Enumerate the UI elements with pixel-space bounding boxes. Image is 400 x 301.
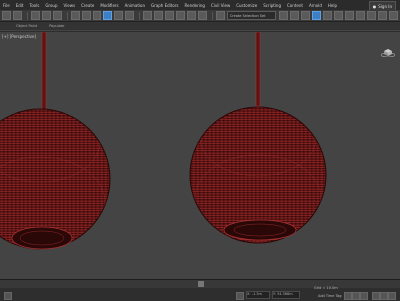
menu-modifiers[interactable]: Modifiers bbox=[97, 3, 121, 8]
coord-x-value: X: -1.3m bbox=[247, 292, 262, 296]
menu-bar: File Edit Tools Group Views Create Modif… bbox=[0, 0, 400, 11]
grid-readout: Grid = 10.0m bbox=[314, 286, 338, 290]
undo-icon[interactable] bbox=[2, 11, 11, 20]
menu-scripting[interactable]: Scripting bbox=[260, 3, 284, 8]
time-slider-handle[interactable] bbox=[198, 281, 204, 287]
unlink-icon[interactable] bbox=[41, 11, 51, 20]
align-icon[interactable] bbox=[290, 11, 300, 20]
spinner-snap-icon[interactable] bbox=[197, 11, 207, 20]
move-icon[interactable] bbox=[103, 11, 113, 20]
curve-editor-icon[interactable] bbox=[323, 11, 333, 20]
menu-group[interactable]: Group bbox=[42, 3, 60, 8]
select-by-name-icon[interactable] bbox=[92, 11, 102, 20]
rotate-icon[interactable] bbox=[114, 11, 124, 20]
tab-populate[interactable]: Populate bbox=[43, 24, 70, 28]
lock-selection-icon[interactable] bbox=[236, 292, 244, 300]
menu-file[interactable]: File bbox=[0, 3, 13, 8]
main-toolbar: Create Selection Set bbox=[0, 10, 400, 22]
mirror-icon[interactable] bbox=[279, 11, 289, 20]
select-filter-icon[interactable] bbox=[70, 11, 80, 20]
toolbar-divider bbox=[139, 11, 141, 20]
angle-snap-icon[interactable] bbox=[176, 11, 186, 20]
toolbar-divider bbox=[66, 11, 68, 20]
bind-icon[interactable] bbox=[52, 11, 62, 20]
menu-graph-editors[interactable]: Graph Editors bbox=[148, 3, 181, 8]
menu-create[interactable]: Create bbox=[78, 3, 97, 8]
coord-x-field[interactable]: X: -1.3m bbox=[246, 291, 270, 299]
layer-explorer-icon[interactable] bbox=[301, 11, 311, 20]
tab-object-paint[interactable]: Object Paint bbox=[10, 24, 43, 28]
right-lamp-cord bbox=[255, 32, 261, 107]
percent-snap-icon[interactable] bbox=[187, 11, 196, 20]
ribbon: Object Paint Populate bbox=[0, 22, 400, 30]
key-mode-icon[interactable] bbox=[360, 292, 368, 300]
reference-coord-icon[interactable] bbox=[143, 11, 153, 20]
menu-tools[interactable]: Tools bbox=[26, 3, 42, 8]
left-lamp-cord bbox=[41, 32, 47, 115]
play-icon[interactable] bbox=[344, 292, 352, 300]
add-time-tag-button[interactable]: Add Time Tag bbox=[318, 294, 342, 298]
menu-arnold[interactable]: Arnold bbox=[306, 3, 325, 8]
menu-help[interactable]: Help bbox=[325, 3, 340, 8]
left-pendant-lamp[interactable] bbox=[0, 32, 111, 250]
material-editor-icon[interactable] bbox=[345, 11, 355, 20]
right-pendant-lamp[interactable] bbox=[189, 32, 327, 244]
maxscript-listener-icon[interactable] bbox=[4, 292, 12, 300]
orbit-icon[interactable] bbox=[380, 292, 388, 300]
sign-in-label: Sign In bbox=[378, 3, 392, 9]
viewport-label[interactable]: [+] [Perspective] bbox=[2, 34, 36, 39]
status-area: X: -1.3m Y: 34.366m Grid = 10.0m Add Tim… bbox=[0, 279, 400, 301]
menu-content[interactable]: Content bbox=[284, 3, 306, 8]
perspective-viewport[interactable]: [+] [Perspective] bbox=[0, 31, 400, 280]
left-lamp-opening bbox=[11, 226, 73, 250]
coord-y-value: Y: 34.366m bbox=[273, 292, 293, 296]
maximize-viewport-icon[interactable] bbox=[388, 292, 396, 300]
toolbar-divider bbox=[211, 11, 213, 20]
rendered-frame-icon[interactable] bbox=[366, 11, 376, 20]
pivot-icon[interactable] bbox=[154, 11, 164, 20]
viewcube-icon[interactable] bbox=[381, 47, 395, 57]
redo-icon[interactable] bbox=[12, 11, 22, 20]
toggle-ribbon-icon[interactable] bbox=[312, 11, 322, 20]
menu-views[interactable]: Views bbox=[61, 3, 79, 8]
toolbar-divider bbox=[26, 11, 28, 20]
selection-set-dropdown[interactable]: Create Selection Set bbox=[226, 11, 277, 20]
right-lamp-opening bbox=[223, 219, 297, 241]
selection-set-label: Create Selection Set bbox=[229, 13, 266, 18]
menu-civil-view[interactable]: Civil View bbox=[208, 3, 233, 8]
render-setup-icon[interactable] bbox=[356, 11, 365, 20]
viewport-scene bbox=[0, 32, 327, 250]
render-iterative-icon[interactable] bbox=[388, 11, 398, 20]
select-object-icon[interactable] bbox=[81, 11, 91, 20]
scale-icon[interactable] bbox=[125, 11, 135, 20]
menu-customize[interactable]: Customize bbox=[233, 3, 260, 8]
menu-edit[interactable]: Edit bbox=[13, 3, 27, 8]
time-slider[interactable] bbox=[0, 280, 400, 288]
schematic-view-icon[interactable] bbox=[334, 11, 344, 20]
user-icon: ● bbox=[372, 3, 377, 9]
next-frame-icon[interactable] bbox=[352, 292, 360, 300]
menu-animation[interactable]: Animation bbox=[122, 3, 148, 8]
snap-icon[interactable] bbox=[165, 11, 175, 20]
pan-icon[interactable] bbox=[372, 292, 380, 300]
menu-rendering[interactable]: Rendering bbox=[182, 3, 208, 8]
edit-named-selection-icon[interactable] bbox=[215, 11, 225, 20]
link-icon[interactable] bbox=[30, 11, 40, 20]
render-icon[interactable] bbox=[377, 11, 387, 20]
coord-y-field[interactable]: Y: 34.366m bbox=[272, 291, 300, 299]
